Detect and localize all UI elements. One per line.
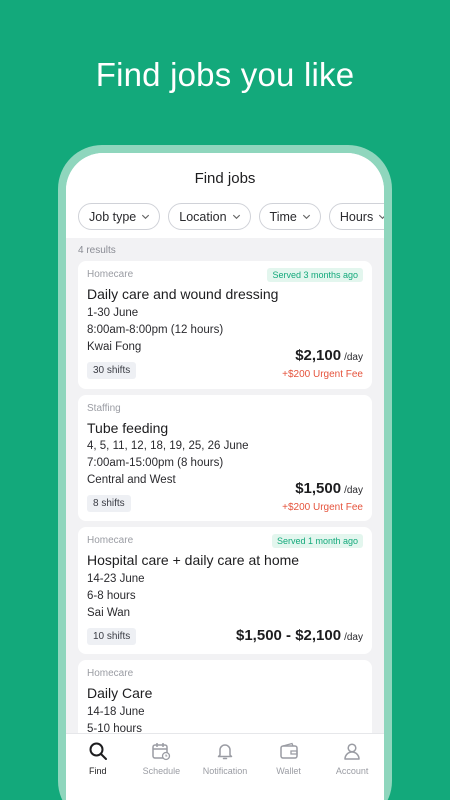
job-card[interactable]: Staffing Tube feeding 4, 5, 11, 12, 18, …: [78, 395, 372, 521]
filter-label: Hours: [339, 209, 374, 224]
job-dates: 14-18 June: [87, 706, 145, 718]
top-bar: Find jobs Job type Location Time Hours: [66, 153, 384, 238]
price-value: $1,500 - $2,100: [236, 627, 342, 644]
tab-label: Notification: [202, 766, 248, 776]
job-category: Homecare: [87, 269, 134, 280]
filter-job-type[interactable]: Job type: [78, 203, 161, 230]
tab-schedule[interactable]: Schedule: [130, 734, 194, 800]
shifts-badge: 30 shifts: [87, 362, 137, 379]
filter-time[interactable]: Time: [258, 203, 321, 230]
job-location: Kwai Fong: [87, 341, 142, 353]
tab-account[interactable]: Account: [320, 734, 384, 800]
job-dates: 4, 5, 11, 12, 18, 19, 25, 26 June: [87, 440, 249, 452]
search-icon: [89, 742, 107, 760]
job-title: Daily Care: [87, 685, 153, 701]
job-time: 8:00am-8:00pm (12 hours): [87, 324, 224, 336]
tab-wallet[interactable]: Wallet: [257, 734, 321, 800]
tab-label: Wallet: [276, 766, 301, 776]
job-category: Homecare: [87, 535, 134, 546]
served-badge: Served 1 month ago: [271, 534, 363, 548]
chevron-down-icon: [379, 214, 384, 220]
results-count: 4 results: [78, 245, 116, 256]
job-location: Sai Wan: [87, 607, 131, 619]
tab-label: Schedule: [142, 766, 181, 776]
chevron-down-icon: [142, 214, 150, 220]
price-value: $2,100: [295, 347, 342, 364]
job-price: $1,500 - $2,100/day: [236, 627, 363, 644]
tab-notification[interactable]: Notification: [193, 734, 257, 800]
job-card[interactable]: Homecare Served 3 months ago Daily care …: [78, 261, 372, 389]
bottom-tab-bar: Find Schedule Notification Wallet Accoun…: [66, 733, 384, 800]
promo-headline: Find jobs you like: [95, 56, 355, 93]
job-price: $2,100/day: [295, 347, 363, 364]
page-title: Find jobs: [194, 170, 256, 187]
job-category: Staffing: [87, 403, 121, 414]
job-price: $1,500/day: [295, 480, 363, 497]
price-unit: /day: [344, 632, 363, 643]
urgent-fee: +$200 Urgent Fee: [282, 502, 363, 513]
bell-icon: [217, 744, 233, 760]
shifts-badge: 10 shifts: [87, 628, 137, 645]
job-card[interactable]: Homecare Served 1 month ago Hospital car…: [78, 527, 372, 654]
chevron-down-icon: [302, 214, 310, 220]
user-icon: [344, 743, 360, 760]
job-title: Daily care and wound dressing: [87, 286, 279, 302]
filter-hours[interactable]: Hours: [328, 203, 384, 230]
filter-label: Job type: [89, 209, 137, 224]
job-title: Tube feeding: [87, 420, 169, 436]
tab-find[interactable]: Find: [66, 734, 130, 800]
job-dates: 14-23 June: [87, 573, 145, 585]
filter-location[interactable]: Location: [168, 203, 251, 230]
job-time: 7:00am-15:00pm (8 hours): [87, 457, 224, 469]
served-badge: Served 3 months ago: [267, 268, 363, 282]
price-value: $1,500: [295, 480, 342, 497]
filter-bar: Job type Location Time Hours: [78, 203, 384, 230]
job-title: Hospital care + daily care at home: [87, 552, 300, 568]
wallet-icon: [279, 742, 298, 759]
job-location: Central and West: [87, 474, 176, 486]
tab-label: Find: [89, 766, 107, 776]
price-unit: /day: [344, 352, 363, 363]
price-unit: /day: [344, 485, 363, 496]
filter-label: Location: [179, 209, 227, 224]
app-screen: Find jobs Job type Location Time Hours 4…: [66, 153, 384, 800]
job-time: 6-8 hours: [87, 590, 136, 602]
calendar-icon: [152, 743, 171, 761]
filter-label: Time: [269, 209, 297, 224]
job-category: Homecare: [87, 668, 134, 679]
chevron-down-icon: [232, 214, 240, 220]
tab-label: Account: [335, 766, 369, 776]
shifts-badge: 8 shifts: [87, 495, 131, 512]
job-dates: 1-30 June: [87, 307, 139, 319]
urgent-fee: +$200 Urgent Fee: [282, 369, 363, 380]
